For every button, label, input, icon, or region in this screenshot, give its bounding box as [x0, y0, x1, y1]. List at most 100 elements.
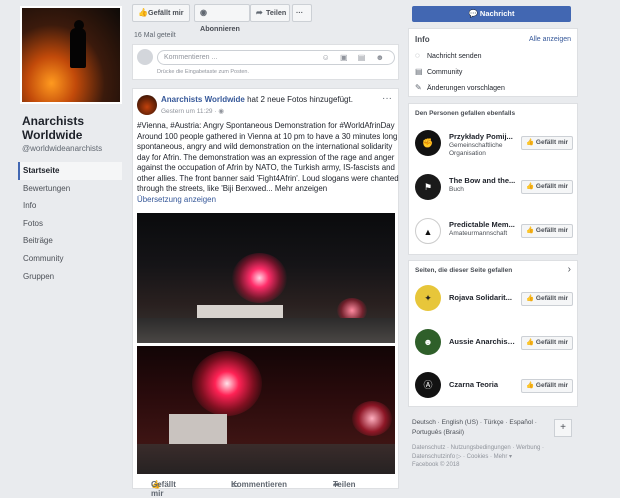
post-comment-label: Kommentieren: [231, 480, 288, 489]
liked-page-name[interactable]: Czarna Teoria: [449, 380, 515, 389]
comment-placeholder: Kommentieren ...: [164, 54, 218, 61]
left-column: Anarchists Worldwide @worldwideanarchist…: [0, 0, 126, 489]
right-sidebar: 💬 Nachricht Info Alle anzeigen ◌ Nachrich…: [408, 0, 578, 489]
info-card: Info Alle anzeigen ◌ Nachricht senden ▤ Co…: [408, 28, 578, 97]
page-share-label: Teilen: [266, 8, 287, 17]
message-button[interactable]: 💬 Nachricht: [412, 6, 571, 22]
page-like-button[interactable]: 👍 Gefällt mir: [132, 4, 190, 22]
liked-page-like-button[interactable]: 👍 Gefällt mir: [521, 180, 573, 194]
flare-glow: [232, 253, 287, 303]
liked-page-like-button[interactable]: 👍 Gefällt mir: [521, 292, 573, 306]
page-handle[interactable]: @worldwideanarchists: [22, 144, 102, 153]
subscribe-button[interactable]: ◉ Abonnieren: [194, 4, 250, 33]
profile-picture[interactable]: [20, 6, 122, 104]
liked-page-item: ✦ Rojava Solidarit... 👍 Gefällt mir: [415, 285, 573, 315]
liked-page-name[interactable]: The Bow and the...: [449, 176, 517, 185]
thumbs-up-icon: 👍: [138, 8, 148, 17]
community-icon: ▤: [415, 67, 423, 76]
page-like-label: Gefällt mir: [148, 8, 184, 17]
post-header-suffix: hat 2 neue Fotos hinzugefügt.: [244, 95, 353, 104]
liked-pages-title: Seiten, die dieser Seite gefallen: [415, 267, 513, 274]
flare-glow: [192, 351, 262, 416]
post-text: #Vienna, #Austria: Angry Spontaneous Dem…: [137, 121, 399, 205]
nav-item-gruppen[interactable]: Gruppen: [18, 268, 122, 286]
post-actions: 👍 Gefällt mir ▭ Kommentieren ➦ Teilen: [133, 480, 400, 498]
liked-page-name[interactable]: Predictable Mem...: [449, 220, 517, 229]
thumbs-up-icon: 👍: [526, 139, 536, 146]
community-row[interactable]: ▤ Community: [415, 67, 462, 76]
liked-page-category: Buch: [449, 186, 464, 193]
chevron-right-icon[interactable]: ›: [568, 264, 571, 275]
post-body: Around 100 people gathered in Vienna at …: [137, 131, 399, 194]
post-more-button[interactable]: ···: [382, 93, 392, 104]
like-button-label: Gefällt mir: [535, 382, 569, 389]
liked-page-like-button[interactable]: 👍 Gefällt mir: [521, 336, 573, 350]
post-like-label: Gefällt mir: [151, 480, 176, 498]
page-avatar[interactable]: Ⓐ: [415, 372, 441, 398]
add-language-button[interactable]: +: [554, 419, 572, 437]
post-author-link[interactable]: Anarchists Worldwide: [161, 95, 245, 104]
flare-glow: [352, 401, 392, 436]
liked-page-like-button[interactable]: 👍 Gefällt mir: [521, 136, 573, 150]
footer: Deutsch · English (US) · Türkçe · Españo…: [412, 418, 577, 470]
page-avatar[interactable]: ✊: [415, 130, 441, 156]
footer-languages[interactable]: Deutsch · English (US) · Türkçe · Españo…: [412, 418, 550, 438]
subscribe-label: Abonnieren: [200, 24, 240, 33]
nav-item-fotos[interactable]: Fotos: [18, 215, 122, 233]
page-avatar[interactable]: ✦: [415, 285, 441, 311]
nav-item-startseite[interactable]: Startseite: [18, 162, 122, 180]
liked-page-name[interactable]: Aussie Anarchist...: [449, 337, 515, 346]
comment-input[interactable]: Kommentieren ... ☺ ▣ ▤ ☻: [157, 50, 395, 65]
comment-composer: Kommentieren ... ☺ ▣ ▤ ☻ Drücke die Eing…: [132, 44, 399, 80]
page-avatar[interactable]: ⚑: [415, 174, 441, 200]
page-nav: Startseite Bewertungen Info Fotos Beiträ…: [18, 162, 122, 285]
page-name[interactable]: Anarchists Worldwide: [22, 114, 122, 142]
nav-item-info[interactable]: Info: [18, 197, 122, 215]
page-avatar[interactable]: ▲: [415, 218, 441, 244]
like-button-label: Gefällt mir: [535, 339, 569, 346]
nav-item-bewertungen[interactable]: Bewertungen: [18, 180, 122, 198]
message-button-label: Nachricht: [479, 9, 515, 18]
info-title: Info: [415, 35, 430, 44]
liked-page-name[interactable]: Rojava Solidarit...: [449, 293, 515, 302]
share-count[interactable]: 16 Mal geteilt: [134, 32, 176, 39]
liked-page-like-button[interactable]: 👍 Gefällt mir: [521, 224, 573, 238]
send-message-label: Nachricht senden: [427, 53, 482, 60]
liked-page-item: ☻ Aussie Anarchist... 👍 Gefällt mir: [415, 329, 573, 359]
profile-figure-body: [70, 28, 86, 68]
like-button-label: Gefällt mir: [535, 139, 569, 146]
thumbs-up-icon: 👍: [526, 295, 536, 302]
post-share-label: Teilen: [333, 480, 356, 489]
liked-page-item: ▲ Predictable Mem... Amateurmannschaft 👍…: [415, 218, 573, 248]
share-arrow-icon: ➦: [256, 8, 263, 17]
comment-emoji-icons[interactable]: ☺ ▣ ▤ ☻: [322, 51, 388, 64]
post-timestamp[interactable]: Gestern um 11:29 · ◉: [161, 107, 224, 115]
thumbs-up-icon: 👍: [526, 339, 536, 346]
street: [137, 444, 395, 474]
messenger-icon: ◌: [415, 51, 420, 60]
page-avatar[interactable]: ☻: [415, 329, 441, 355]
nav-item-community[interactable]: Community: [18, 250, 122, 268]
comment-hint: Drücke die Eingabetaste zum Posten.: [157, 69, 250, 75]
page-share-button[interactable]: ➦ Teilen: [250, 4, 290, 22]
post-time-text: Gestern um 11:29 ·: [161, 108, 219, 115]
nav-item-beitraege[interactable]: Beiträge: [18, 232, 122, 250]
suggest-edits-row[interactable]: ✎ Änderungen vorschlagen: [415, 83, 505, 92]
more-options-button[interactable]: ···: [292, 4, 312, 22]
post-photo-1[interactable]: [137, 213, 395, 343]
liked-page-item: ⚑ The Bow and the... Buch 👍 Gefällt mir: [415, 174, 573, 204]
also-liked-title: Den Personen gefallen ebenfalls: [415, 110, 516, 117]
liked-page-category: Gemeinschaftliche Organisation: [449, 142, 503, 157]
liked-page-like-button[interactable]: 👍 Gefällt mir: [521, 379, 573, 393]
translate-link[interactable]: Übersetzung anzeigen: [137, 195, 399, 206]
post-author-avatar[interactable]: [137, 95, 157, 115]
also-liked-card: Den Personen gefallen ebenfalls ✊ Przykł…: [408, 103, 578, 255]
show-all-link[interactable]: Alle anzeigen: [529, 36, 571, 43]
pencil-icon: ✎: [415, 83, 422, 92]
community-label: Community: [427, 69, 463, 76]
post-photo-2[interactable]: [137, 346, 395, 474]
post-hashtags: #Vienna, #Austria: Angry Spontaneous Dem…: [137, 121, 395, 130]
liked-page-name[interactable]: Przykłady Pomij...: [449, 132, 517, 141]
send-message-row[interactable]: ◌ Nachricht senden: [415, 51, 481, 60]
footer-links[interactable]: Datenschutz · Nutzungsbedingungen · Werb…: [412, 444, 577, 461]
